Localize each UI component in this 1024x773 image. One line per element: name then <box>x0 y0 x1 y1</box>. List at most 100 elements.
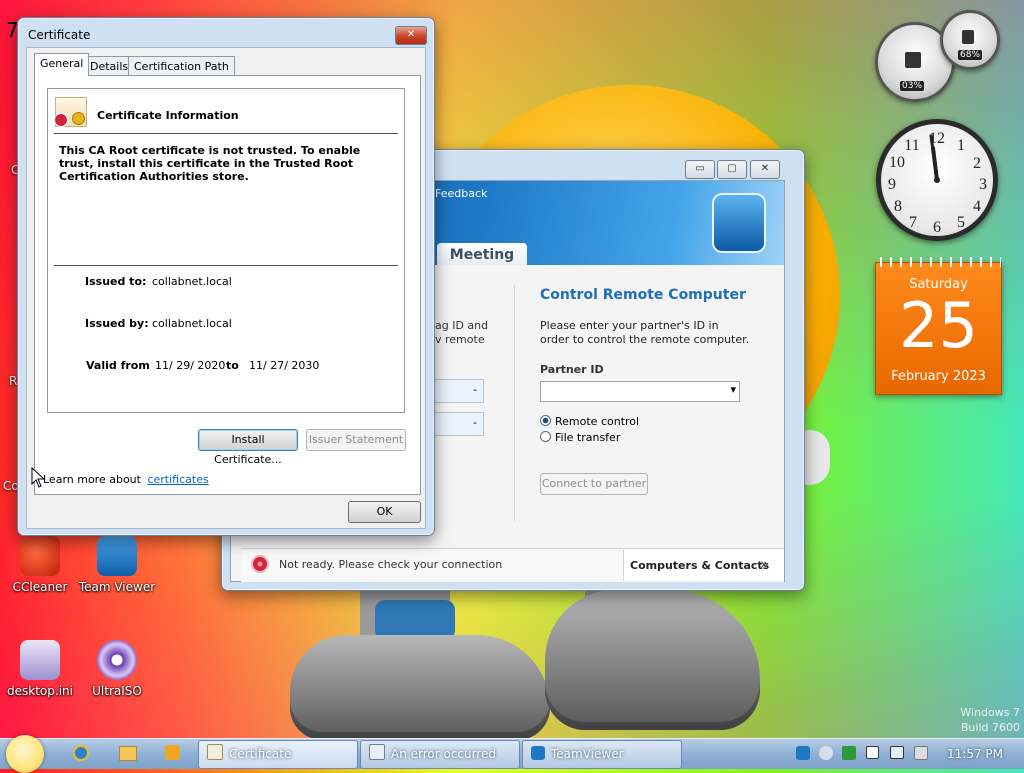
computers-contacts-button[interactable]: Computers & Contacts » <box>623 550 784 581</box>
memory-chip-icon <box>962 30 974 44</box>
status-error-icon <box>253 557 267 571</box>
cpu-chip-icon <box>905 52 921 68</box>
desktop-icon-label: desktop.ini <box>7 684 73 698</box>
password-field: - <box>435 412 484 436</box>
tab-details[interactable]: Details <box>84 56 135 76</box>
info-heading: Certificate Information <box>97 109 239 122</box>
clock-hands <box>929 134 940 183</box>
wallpaper-sock-left <box>375 600 455 640</box>
calendar-gadget[interactable]: Saturday 25 February 2023 <box>875 257 1002 395</box>
settings-file-icon <box>20 640 60 680</box>
learn-more-row: Learn more about certificates <box>43 473 209 486</box>
dialog-body: General Details Certification Path Certi… <box>26 47 426 529</box>
desktop-icon-teamviewer[interactable]: Team Viewer <box>75 536 159 594</box>
error-window-icon <box>369 744 385 760</box>
issuer-statement-button[interactable]: Issuer Statement <box>306 429 406 451</box>
ok-button[interactable]: OK <box>348 501 421 523</box>
watermark-line-2: Build 7600 <box>960 721 1020 734</box>
info-divider-top <box>54 133 398 134</box>
radio-selected-icon <box>540 415 551 426</box>
taskbar-button-error[interactable]: An error occurred <box>360 740 520 769</box>
desktop-icon-ultraiso[interactable]: UltraISO <box>75 640 159 698</box>
tray-network-icon[interactable] <box>890 746 904 759</box>
close-button[interactable]: ✕ <box>395 26 427 45</box>
cpu-percent-label: 03% <box>900 81 925 91</box>
chevron-down-icon[interactable]: ▾ <box>730 383 736 396</box>
your-id-field: - <box>435 379 484 403</box>
partner-id-label: Partner ID <box>540 363 604 376</box>
minimize-button[interactable]: ▭ <box>685 160 715 179</box>
desktop-icon-ccleaner[interactable]: CCleaner <box>0 536 82 594</box>
window-title: Certificate <box>28 28 91 42</box>
tray-teamviewer-icon[interactable] <box>796 746 810 760</box>
desktop-icon-desktop-ini[interactable]: desktop.ini <box>0 640 82 698</box>
certificate-window[interactable]: Certificate ✕ General Details Certificat… <box>17 17 435 536</box>
tray-flag-icon[interactable] <box>866 746 879 759</box>
install-certificate-button[interactable]: Install Certificate... <box>198 429 298 466</box>
radio-remote-control[interactable]: Remote control <box>540 415 639 428</box>
desktop-icon-label: CCleaner <box>12 580 68 594</box>
watermark-line-1: Windows 7 <box>960 706 1020 719</box>
certificate-icon <box>207 744 223 760</box>
issued-to-value: collabnet.local <box>152 275 232 288</box>
taskbar-button-label: Certificate <box>229 747 292 761</box>
desktop-icon-label: UltraISO <box>92 684 142 698</box>
menu-feedback[interactable]: Feedback <box>435 187 487 200</box>
mouse-cursor-icon <box>31 467 46 488</box>
taskbar-clock[interactable]: 11:57 PM <box>947 747 1003 761</box>
partner-id-input[interactable]: ▾ <box>540 381 740 402</box>
certificates-link[interactable]: certificates <box>147 473 208 486</box>
certificate-warning-icon <box>54 97 87 127</box>
info-divider-bottom <box>54 265 398 266</box>
calendar-rings <box>876 257 1001 267</box>
info-box: Certificate Information This CA Root cer… <box>47 88 405 413</box>
maximize-button[interactable]: ▢ <box>717 160 747 179</box>
panel-divider <box>514 285 515 521</box>
start-button[interactable] <box>6 735 44 773</box>
left-panel-text-partial-2: v remote <box>435 333 485 346</box>
close-button[interactable]: ✕ <box>750 160 780 179</box>
radio-file-transfer[interactable]: File transfer <box>540 431 620 444</box>
teamviewer-icon <box>531 746 545 760</box>
taskbar-button-label: An error occurred <box>391 747 497 761</box>
tray-volume-muted-icon[interactable] <box>914 746 928 760</box>
valid-to-value: 11/ 27/ 2030 <box>249 359 320 372</box>
issued-to-label: Issued to: <box>85 275 147 288</box>
desktop-icon-label: Team Viewer <box>78 580 156 594</box>
general-tab-panel: Certificate Information This CA Root cer… <box>34 75 421 495</box>
tray-security-icon[interactable] <box>842 746 856 760</box>
explorer-folder-icon[interactable] <box>119 746 137 761</box>
ccleaner-icon <box>20 536 60 576</box>
learn-more-text: Learn more about <box>43 473 141 486</box>
trust-message: This CA Root certificate is not trusted.… <box>59 144 361 183</box>
status-bar: Not ready. Please check your connection … <box>241 548 784 582</box>
status-text: Not ready. Please check your connection <box>279 558 503 571</box>
valid-from-label: Valid from <box>86 359 150 372</box>
memory-meter-gadget[interactable]: 68% <box>940 10 1000 70</box>
memory-percent-label: 68% <box>958 50 983 60</box>
left-panel-text-partial-1: ag ID and <box>435 319 489 332</box>
tab-meeting[interactable]: Meeting <box>437 243 527 265</box>
control-heading: Control Remote Computer <box>540 287 746 303</box>
valid-to-label: to <box>226 359 239 372</box>
calendar-month: February 2023 <box>891 369 986 384</box>
media-player-icon[interactable] <box>165 745 180 760</box>
field-dash: - <box>473 416 477 429</box>
connect-to-partner-button[interactable]: Connect to partner <box>540 473 648 495</box>
tab-certification-path[interactable]: Certification Path <box>128 56 235 76</box>
calendar-date: 25 <box>899 289 978 362</box>
taskbar-button-teamviewer[interactable]: TeamViewer <box>522 740 682 769</box>
ribbon-seal-icon <box>72 112 85 125</box>
issued-by-value: collabnet.local <box>152 317 232 330</box>
control-description: Please enter your partner's ID in order … <box>540 319 750 346</box>
valid-from-value: 11/ 29/ 2020 <box>155 359 226 372</box>
issued-by-label: Issued by: <box>85 317 149 330</box>
internet-explorer-icon[interactable] <box>73 745 89 761</box>
disc-icon <box>97 640 137 680</box>
tab-general[interactable]: General <box>34 53 90 76</box>
tray-hide-icon[interactable] <box>819 746 833 760</box>
clock-gadget[interactable]: 12 1 2 3 4 5 6 7 8 9 10 11 <box>876 119 998 241</box>
wallpaper-shoe-left <box>290 635 550 740</box>
taskbar-button-certificate[interactable]: Certificate <box>198 740 358 769</box>
double-chevron-icon: » <box>760 555 770 573</box>
